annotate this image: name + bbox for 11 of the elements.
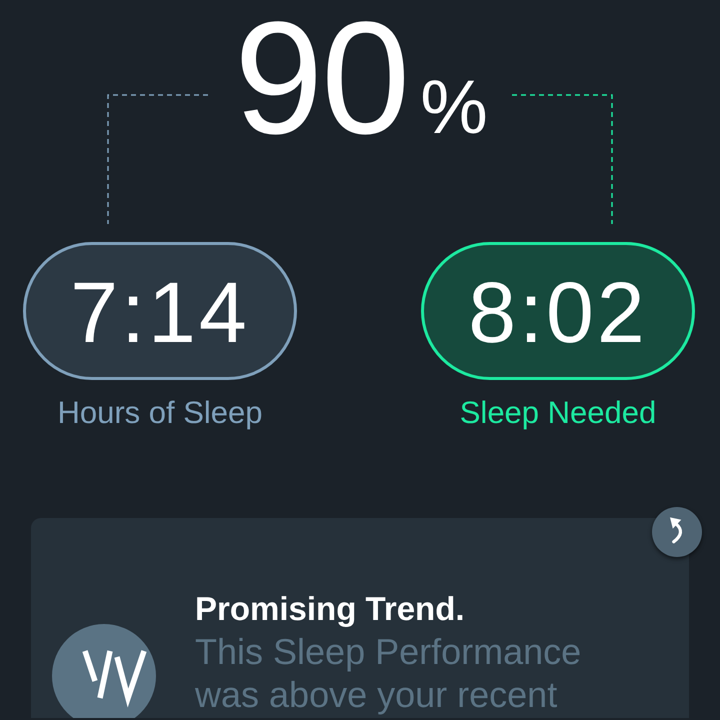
time-pill: 7:14	[23, 242, 297, 380]
curved-arrow-icon	[670, 516, 685, 544]
score-unit: %	[420, 70, 488, 146]
insight-title: Promising Trend.	[195, 589, 466, 630]
insight-text: This Sleep Performance was above your recent	[195, 630, 582, 716]
logo-icon	[52, 624, 156, 718]
metric-label: Sleep Needed	[460, 394, 656, 432]
rotate-button[interactable]	[652, 507, 702, 558]
score-value: 90	[234, 0, 408, 158]
metric-label: Hours of Sleep	[57, 394, 263, 432]
time-pill: 8:02	[421, 242, 695, 380]
